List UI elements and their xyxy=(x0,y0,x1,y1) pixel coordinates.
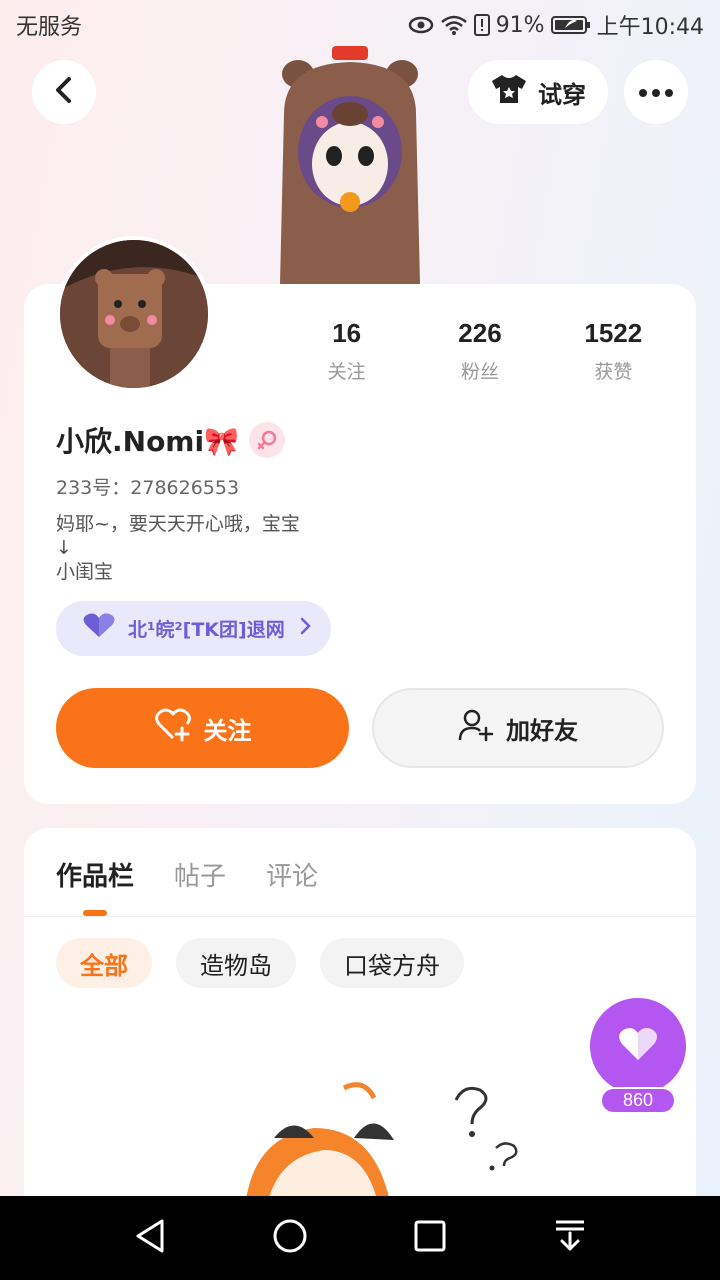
like-button[interactable] xyxy=(590,998,686,1094)
stat-value: 226 xyxy=(458,318,502,348)
add-user-icon xyxy=(458,708,494,748)
tabs-divider xyxy=(24,916,696,917)
try-on-button[interactable]: 试穿 xyxy=(468,60,608,124)
more-dots-icon xyxy=(638,83,674,102)
chevron-right-icon xyxy=(299,617,311,640)
female-icon xyxy=(248,422,285,458)
stat-followers[interactable]: 226 粉丝 xyxy=(413,318,546,384)
username: 小欣.Nomi🎀 xyxy=(56,425,239,458)
square-recents-icon xyxy=(414,1220,446,1256)
bio-line: 妈耶~，要天天开心哦，宝宝 xyxy=(56,513,300,535)
group-label: 北¹皖²[TK团]退网 xyxy=(128,619,285,641)
stat-value: 1522 xyxy=(584,318,643,348)
avatar[interactable] xyxy=(56,236,212,392)
tshirt-icon xyxy=(490,73,528,111)
filter-chips: 全部 造物岛 口袋方舟 xyxy=(56,938,464,988)
wifi-icon xyxy=(440,14,468,36)
heart-plus-icon xyxy=(154,708,192,748)
stats-row: 16 关注 226 粉丝 1522 获赞 xyxy=(280,318,680,384)
bio: 妈耶~，要天天开心哦，宝宝 ↓ 小闺宝 xyxy=(56,512,300,584)
heart-icon xyxy=(82,613,116,644)
tab-posts[interactable]: 帖子 xyxy=(174,856,226,893)
status-bar: 无服务 91% 上午10:44 xyxy=(0,0,720,50)
circle-home-icon xyxy=(272,1218,308,1258)
nav-home-button[interactable] xyxy=(260,1208,320,1268)
stat-value: 16 xyxy=(332,318,362,348)
username-row: 小欣.Nomi🎀 xyxy=(56,420,285,460)
heart-icon xyxy=(618,1026,658,1066)
bio-line: 小闺宝 xyxy=(56,561,114,583)
user-id: 233号：278626553 xyxy=(56,477,240,499)
stat-following[interactable]: 16 关注 xyxy=(280,318,413,384)
stat-likes[interactable]: 1522 获赞 xyxy=(547,318,680,384)
tab-works[interactable]: 作品栏 xyxy=(56,856,134,893)
more-button[interactable] xyxy=(624,60,688,124)
eye-icon xyxy=(408,15,434,35)
nav-back-button[interactable] xyxy=(120,1208,180,1268)
back-button[interactable] xyxy=(32,60,96,124)
chip-all[interactable]: 全部 xyxy=(56,938,152,988)
battery-percent: 91% xyxy=(495,12,545,38)
carrier-text: 无服务 xyxy=(16,15,83,40)
stat-label: 关注 xyxy=(327,361,366,383)
group-link[interactable]: 北¹皖²[TK团]退网 xyxy=(56,601,331,656)
follow-button[interactable]: 关注 xyxy=(56,688,349,768)
stat-label: 获赞 xyxy=(594,361,633,383)
pull-down-icon xyxy=(554,1219,586,1257)
follow-label: 关注 xyxy=(203,716,252,745)
add-friend-label: 加好友 xyxy=(506,716,578,745)
bio-line: ↓ xyxy=(56,537,72,559)
nav-recents-button[interactable] xyxy=(400,1208,460,1268)
sim-alert-icon xyxy=(473,14,490,36)
system-nav-bar xyxy=(0,1196,720,1280)
stat-label: 粉丝 xyxy=(460,361,499,383)
add-friend-button[interactable]: 加好友 xyxy=(372,688,664,768)
nav-notification-button[interactable] xyxy=(540,1208,600,1268)
time-text: 上午10:44 xyxy=(596,15,704,40)
works-tabs: 作品栏 帖子 评论 xyxy=(56,856,318,893)
avatar-character-figure xyxy=(270,44,430,284)
status-icons: 91% 上午10:44 xyxy=(408,9,704,41)
chip-pocket-ark[interactable]: 口袋方舟 xyxy=(320,938,464,988)
chevron-left-icon xyxy=(52,76,76,108)
battery-icon xyxy=(550,15,591,35)
triangle-back-icon xyxy=(134,1218,166,1258)
like-count: 860 xyxy=(600,1087,676,1114)
try-on-label: 试穿 xyxy=(538,80,586,109)
tab-comments[interactable]: 评论 xyxy=(266,856,318,893)
chip-creation-island[interactable]: 造物岛 xyxy=(176,938,296,988)
